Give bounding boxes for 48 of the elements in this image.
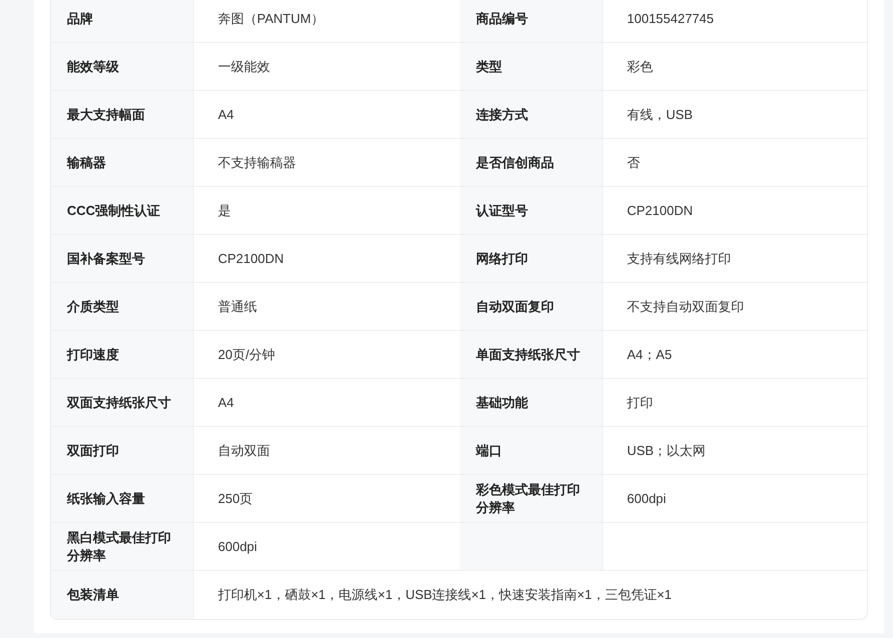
spec-value: A4；A5 (627, 346, 672, 364)
spec-value: 600dpi (627, 491, 666, 506)
spec-value: 自动双面 (218, 442, 270, 460)
spec-label: 品牌 (67, 10, 93, 28)
spec-label: 网络打印 (476, 250, 528, 268)
spec-value: 奔图（PANTUM） (218, 10, 324, 28)
spec-label: 纸张输入容量 (67, 490, 145, 508)
spec-value: 100155427745 (627, 11, 714, 26)
spec-label: 是否信创商品 (476, 154, 554, 172)
spec-label: 商品编号 (476, 10, 528, 28)
spec-label: 介质类型 (67, 298, 119, 316)
spec-value: 20页/分钟 (218, 346, 276, 364)
spec-value: 250页 (218, 490, 253, 508)
spec-value: A4 (218, 107, 234, 122)
spec-label: 打印速度 (67, 346, 119, 364)
spec-label: 类型 (476, 58, 502, 76)
spec-value: 支持有线网络打印 (627, 250, 731, 268)
spec-label: 输稿器 (67, 154, 106, 172)
spec-value: 彩色 (627, 58, 653, 76)
spec-label: 包装清单 (67, 586, 119, 604)
spec-value: 一级能效 (218, 58, 270, 76)
spec-label: 最大支持幅面 (67, 106, 145, 124)
spec-value: USB；以太网 (627, 442, 706, 460)
spec-value: 打印机×1，硒鼓×1，电源线×1，USB连接线×1，快速安装指南×1，三包凭证×1 (218, 586, 672, 604)
spec-label: 自动双面复印 (476, 298, 554, 316)
spec-value: 是 (218, 202, 231, 220)
spec-label: 黑白模式最佳打印分辨率 (67, 528, 172, 564)
spec-label: 基础功能 (476, 394, 528, 412)
spec-value: 普通纸 (218, 298, 257, 316)
spec-label: 双面打印 (67, 442, 119, 460)
spec-value: CP2100DN (627, 203, 693, 218)
spec-value: 不支持自动双面复印 (627, 298, 744, 316)
spec-label: 端口 (476, 442, 502, 460)
spec-label: CCC强制性认证 (67, 202, 160, 220)
spec-label: 连接方式 (476, 106, 528, 124)
spec-value: 否 (627, 154, 640, 172)
spec-value: 不支持输稿器 (218, 154, 296, 172)
spec-value: 打印 (627, 394, 653, 412)
spec-label: 双面支持纸张尺寸 (67, 394, 171, 412)
spec-label: 能效等级 (67, 58, 119, 76)
spec-label: 国补备案型号 (67, 250, 145, 268)
spec-value: A4 (218, 395, 234, 410)
spec-value: 600dpi (218, 539, 258, 554)
spec-label: 彩色模式最佳打印分辨率 (476, 480, 581, 516)
spec-value: CP2100DN (218, 251, 284, 266)
spec-label: 单面支持纸张尺寸 (476, 346, 580, 364)
spec-value: 有线，USB (627, 106, 693, 124)
spec-label: 认证型号 (476, 202, 528, 220)
